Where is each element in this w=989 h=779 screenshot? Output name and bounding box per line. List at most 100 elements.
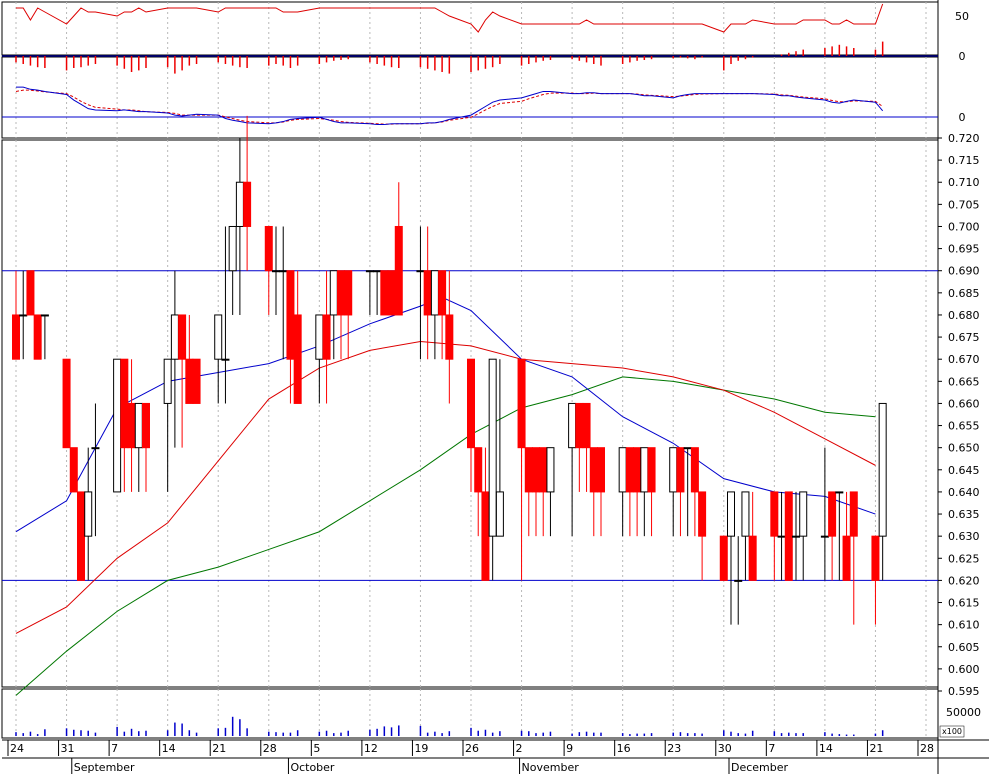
candle-body-down [474,447,483,493]
day-axis-label: 5 [313,742,320,755]
candle-body-down [387,270,396,316]
month-axis-label: November [522,761,580,774]
candle-body-up [683,447,692,450]
candle-body-down [849,491,858,537]
day-axis-label: 7 [768,742,775,755]
candle-body-down [120,358,129,449]
candle-body-up [228,225,237,272]
candle-body-up [878,402,887,537]
candle-body-down [524,447,533,493]
day-axis-label: 7 [111,742,118,755]
candle-body-down [178,314,187,360]
candle-body-down [770,491,779,537]
candle-body-up [373,270,382,273]
candle-body-down [33,314,42,360]
price-tick-label: 0.715 [948,154,980,167]
candle-body-up [134,402,143,449]
stock-chart: 50 0 0 0.720 0.715 0.710 0.705 0.700 0.695 0.690 0… [0,0,989,774]
candle-body-down [62,358,71,449]
candle-body-up [365,270,374,273]
candle-body-down [698,491,707,537]
candle-body-down [481,491,490,581]
day-axis-label: 28 [920,742,934,755]
price-tick-label: 0.705 [948,198,980,211]
price-tick-label: 0.605 [948,641,980,654]
candle-body-down [690,447,699,493]
candle-body-down [517,358,526,449]
candle-body-down [77,491,85,581]
day-axis-label: 23 [667,742,681,755]
candle-body-up [315,314,324,360]
candle-body-up [221,358,230,361]
candle-body-up [568,402,577,449]
candle-body-down [394,225,403,316]
price-tick-label: 0.610 [948,619,980,632]
candle-body-down [784,491,793,581]
candle-body-up [279,270,288,273]
price-tick-label: 0.645 [948,464,980,477]
candle-body-down [12,314,20,360]
candle-body-up [820,535,829,538]
candle-body-up [40,314,49,317]
candle-body-down [127,402,136,449]
candle-body-up [84,491,93,537]
candle-body-down [828,491,837,537]
candle-body-up [416,270,425,273]
candle-body-up [792,535,800,538]
candle-body-up [19,314,28,317]
candle-body-down [192,358,201,404]
price-tick-label: 0.665 [948,375,980,388]
candle-body-down [575,402,584,449]
candle-body-up [640,447,649,493]
candle-body-down [337,270,345,316]
candle-body-up [430,270,439,316]
candle-body-up [91,447,100,450]
candle-body-up [495,491,504,537]
day-axis-label: 12 [364,742,378,755]
candle-body-down [69,447,78,493]
day-axis-label: 14 [162,742,176,755]
candle-body-down [842,535,851,581]
candle-body-down [719,535,728,581]
candle-body-up [799,491,808,537]
price-tick-label: 0.630 [948,530,980,543]
candle-body-down [589,447,598,493]
candle-body-down [871,535,880,581]
candle-body-down [647,447,656,493]
candle-body-up [488,358,497,537]
day-axis-label: 16 [617,742,631,755]
price-tick-label: 0.710 [948,176,980,189]
candle-body-up [113,358,122,493]
price-tick-label: 0.625 [948,552,980,565]
candle-body-down [539,447,548,493]
price-tick-label: 0.700 [948,220,980,233]
price-tick-label: 0.675 [948,331,980,344]
day-axis-label: 14 [819,742,833,755]
price-tick-label: 0.640 [948,486,980,499]
volume-unit-label: x100 [942,727,962,736]
chart-canvas: 50 0 0 0.720 0.715 0.710 0.705 0.700 0.695 0.690 0… [1,0,989,774]
candle-body-down [532,447,540,493]
candle-body-up [777,535,786,538]
candle-body-down [597,447,605,493]
day-axis-label: 2 [516,742,523,755]
candle-body-down [380,270,389,316]
price-tick-label: 0.695 [948,243,980,256]
candle-body-up [329,270,338,316]
candle-body-down [625,447,634,493]
candle-body-up [741,491,750,537]
candle-body-down [26,270,35,316]
candle-body-down [748,535,757,581]
indicator2-tick-label: 0 [959,111,966,124]
price-tick-label: 0.680 [948,309,980,322]
price-tick-label: 0.600 [948,663,980,676]
price-tick-label: 0.650 [948,442,980,455]
candle-body-up [835,491,844,494]
candle-body-down [293,314,302,404]
candle-body-down [582,402,591,449]
indicator1-tick-label: 0 [959,50,966,63]
candle-body-down [322,314,331,360]
day-axis-label: 9 [566,742,573,755]
price-tick-label: 0.685 [948,287,980,300]
candle-body-up [214,314,223,360]
